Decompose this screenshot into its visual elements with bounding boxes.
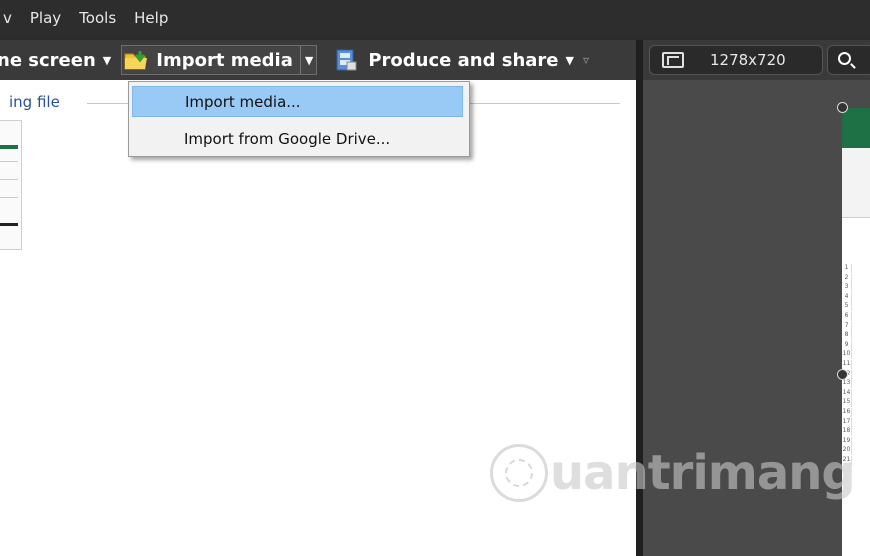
thumb-line xyxy=(0,197,18,198)
media-thumbnail[interactable] xyxy=(0,120,22,250)
menu-bar: v Play Tools Help xyxy=(0,0,870,36)
preview-row-number: 19 xyxy=(842,436,852,446)
produce-share-button[interactable]: Produce and share ▼ ▿ xyxy=(334,44,589,76)
chevron-down-icon: ▼ xyxy=(304,53,314,67)
recording-file-group-label: ing file xyxy=(9,93,60,111)
canvas-toolbar: 1278x720 xyxy=(643,40,870,80)
canvas-size-button[interactable]: 1278x720 xyxy=(649,45,823,75)
import-media-button[interactable]: Import media ▼ xyxy=(121,45,318,75)
preview-row-number: 21 xyxy=(842,456,852,465)
film-share-icon xyxy=(334,48,358,72)
folder-import-icon xyxy=(124,49,150,71)
zoom-button[interactable] xyxy=(827,45,870,75)
preview-row-number: 2 xyxy=(842,273,852,283)
thumb-line xyxy=(0,179,18,180)
menu-tools[interactable]: Tools xyxy=(70,0,125,36)
preview-row-number: 17 xyxy=(842,417,852,427)
produce-share-label: Produce and share xyxy=(368,49,559,71)
chevron-down-icon: ▼ xyxy=(565,53,574,67)
preview-row-number: 6 xyxy=(842,312,852,321)
preview-row-number: 4 xyxy=(842,292,852,302)
preview-toolbar xyxy=(842,148,870,218)
main-toolbar: ne screen ▼ Import media ▼ Produce and s… xyxy=(0,40,636,80)
preview-row-number: 9 xyxy=(842,340,852,350)
video-preview[interactable]: 123456789101112131415161718192021 xyxy=(842,108,870,556)
preview-row-number: 3 xyxy=(842,283,852,293)
thumb-line xyxy=(0,223,18,226)
menu-view[interactable]: v xyxy=(0,0,21,36)
preview-row-number: 11 xyxy=(842,360,852,369)
resize-icon xyxy=(662,52,684,68)
import-media-label: Import media xyxy=(156,49,293,71)
preview-row-number: 7 xyxy=(842,321,852,331)
canvas-size-label: 1278x720 xyxy=(710,51,786,69)
menu-play[interactable]: Play xyxy=(21,0,70,36)
resize-handle[interactable] xyxy=(837,369,848,380)
preview-row-number: 5 xyxy=(842,302,852,312)
preview-row-number: 10 xyxy=(842,350,852,360)
import-media-dropdown: Import media... Import from Google Drive… xyxy=(128,81,470,157)
preview-row-number: 14 xyxy=(842,388,852,398)
preview-ribbon xyxy=(842,108,870,148)
preview-canvas: 123456789101112131415161718192021 xyxy=(643,80,870,556)
preview-row-number: 18 xyxy=(842,427,852,437)
thumb-ribbon xyxy=(0,145,18,149)
resize-handle[interactable] xyxy=(837,102,848,113)
menu-item-import-media[interactable]: Import media... xyxy=(132,86,463,117)
preview-row-number: 15 xyxy=(842,398,852,408)
search-icon xyxy=(838,52,851,65)
preview-row-number: 8 xyxy=(842,331,852,341)
menu-help[interactable]: Help xyxy=(125,0,177,36)
record-screen-button[interactable]: ne screen ▼ xyxy=(0,44,111,76)
menu-item-import-google-drive[interactable]: Import from Google Drive... xyxy=(132,123,463,154)
panel-splitter[interactable] xyxy=(636,40,643,556)
preview-row-number: 1 xyxy=(842,264,852,273)
thumb-line xyxy=(0,161,18,162)
chevron-down-icon: ▼ xyxy=(102,53,112,67)
overflow-arrow-icon[interactable]: ▿ xyxy=(583,53,589,67)
import-dropdown-toggle[interactable]: ▼ xyxy=(299,46,314,74)
preview-row-number: 16 xyxy=(842,408,852,417)
record-screen-label: ne screen xyxy=(0,49,96,71)
preview-row-number: 13 xyxy=(842,379,852,389)
preview-row-number: 20 xyxy=(842,446,852,456)
